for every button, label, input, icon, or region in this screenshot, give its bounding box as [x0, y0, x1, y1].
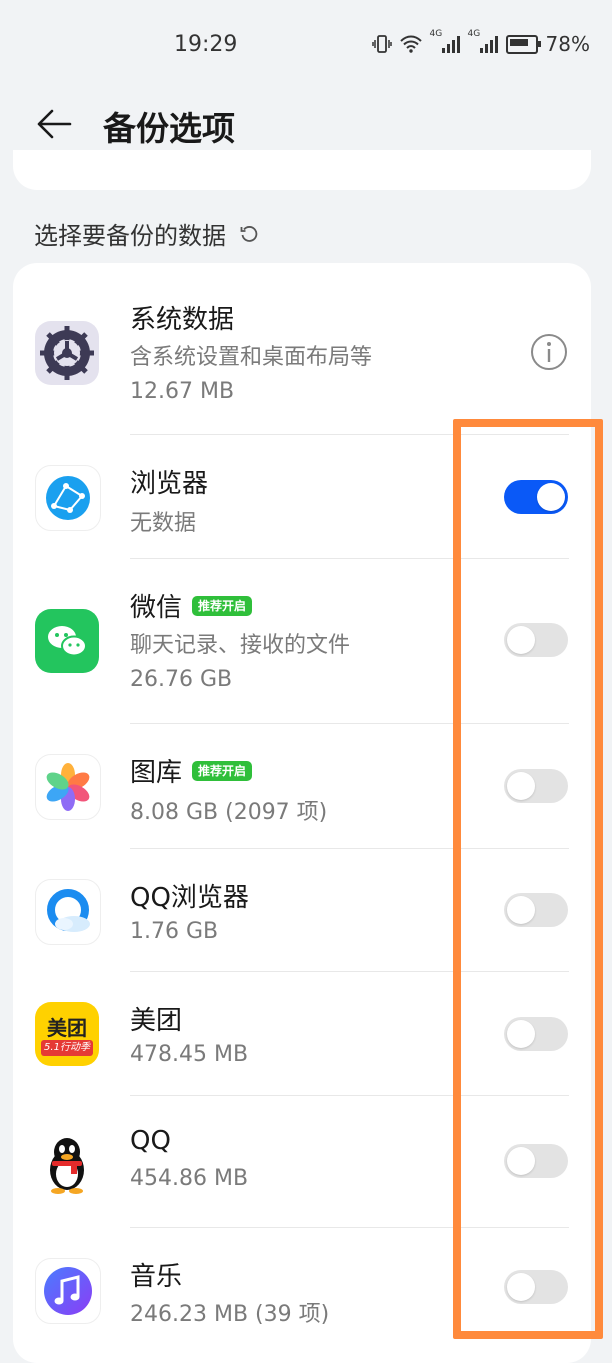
app-name: 浏览器 [130, 469, 209, 499]
app-name: QQ [130, 1126, 171, 1156]
qq-penguin-icon [35, 1132, 99, 1196]
info-icon[interactable] [530, 333, 568, 371]
app-name-with-badge: 图库 推荐开启 [130, 752, 253, 789]
meituan-icon: 美团 5.1行动季 [35, 1002, 99, 1066]
app-size: 12.67 MB [130, 379, 235, 404]
app-name: 系统数据 [130, 305, 235, 335]
app-name: 音乐 [130, 1262, 183, 1292]
list-item-system-data: 系统数据 含系统设置和桌面布局等 12.67 MB [13, 263, 591, 435]
app-name: 图库 [130, 758, 183, 788]
status-time: 19:29 [174, 32, 238, 57]
app-description: 无数据 [130, 511, 197, 536]
app-description: 478.45 MB [130, 1042, 249, 1067]
cell-signal-icon: 4G [430, 29, 460, 53]
recommend-badge: 推荐开启 [192, 595, 253, 616]
status-bar: 19:29 4G 4G 78% [0, 0, 612, 90]
section-label: 选择要备份的数据 [34, 222, 226, 250]
battery-percent: 78% [545, 32, 590, 56]
app-description: 8.08 GB (2097 项) [130, 800, 328, 825]
qq-browser-icon [35, 879, 101, 945]
cell-signal-icon-2: 4G [468, 29, 498, 53]
app-description: 聊天记录、接收的文件 [130, 633, 351, 658]
browser-icon [35, 465, 101, 531]
music-icon [35, 1258, 101, 1324]
refresh-icon[interactable] [240, 225, 258, 243]
app-name: QQ浏览器 [130, 883, 249, 913]
wechat-icon [35, 609, 99, 673]
recommend-badge: 推荐开启 [192, 760, 253, 781]
app-description: 含系统设置和桌面布局等 [130, 345, 373, 370]
app-description: 1.76 GB [130, 919, 219, 944]
gallery-icon [35, 754, 101, 820]
section-header: 选择要备份的数据 [34, 216, 258, 251]
app-name: 微信 [130, 593, 183, 623]
toggle-column-highlight [453, 419, 603, 1339]
page-title: 备份选项 [103, 109, 235, 148]
app-name: 美团 [130, 1006, 183, 1036]
back-arrow-icon[interactable] [34, 104, 74, 144]
app-description: 454.86 MB [130, 1166, 249, 1191]
system-settings-icon [35, 321, 99, 385]
vibrate-icon [371, 35, 392, 53]
app-name-with-badge: 微信 推荐开启 [130, 587, 253, 624]
wifi-icon [399, 35, 422, 53]
battery-icon [505, 34, 541, 54]
app-size: 26.76 GB [130, 667, 233, 692]
top-card-remnant [13, 150, 591, 190]
app-description: 246.23 MB (39 项) [130, 1302, 330, 1327]
status-icons: 4G 4G 78% [371, 29, 590, 56]
